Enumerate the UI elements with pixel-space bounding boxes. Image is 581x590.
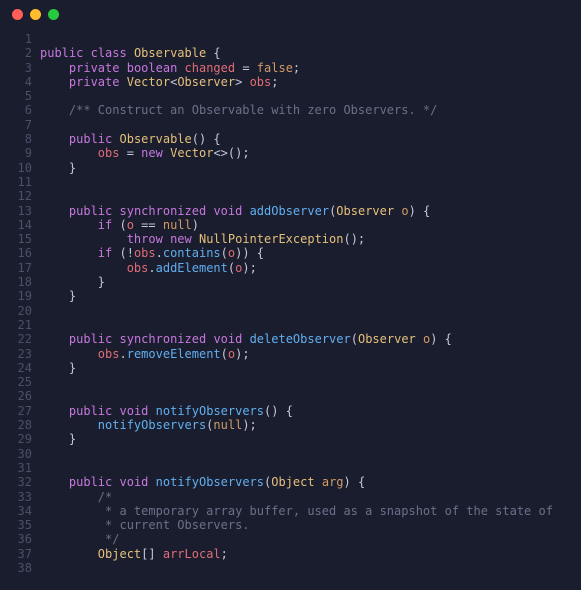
line-number: 31 xyxy=(0,461,32,475)
line-number: 11 xyxy=(0,175,32,189)
code-editor[interactable]: 1234567891011121314151617181920212223242… xyxy=(0,28,581,575)
code-line[interactable]: obs = new Vector<>(); xyxy=(40,146,553,160)
line-number: 10 xyxy=(0,161,32,175)
code-line[interactable] xyxy=(40,118,553,132)
line-number: 27 xyxy=(0,404,32,418)
line-number: 1 xyxy=(0,32,32,46)
code-line[interactable] xyxy=(40,561,553,575)
line-number: 3 xyxy=(0,61,32,75)
code-line[interactable]: } xyxy=(40,275,553,289)
close-icon[interactable] xyxy=(12,9,23,20)
line-number: 15 xyxy=(0,232,32,246)
line-number: 8 xyxy=(0,132,32,146)
code-line[interactable] xyxy=(40,447,553,461)
code-line[interactable] xyxy=(40,461,553,475)
line-gutter: 1234567891011121314151617181920212223242… xyxy=(0,32,40,575)
line-number: 5 xyxy=(0,89,32,103)
line-number: 22 xyxy=(0,332,32,346)
line-number: 7 xyxy=(0,118,32,132)
titlebar xyxy=(0,0,581,28)
code-line[interactable]: } xyxy=(40,289,553,303)
code-line[interactable]: public void notifyObservers(Object arg) … xyxy=(40,475,553,489)
code-window: 1234567891011121314151617181920212223242… xyxy=(0,0,581,590)
line-number: 36 xyxy=(0,532,32,546)
code-line[interactable]: * current Observers. xyxy=(40,518,553,532)
line-number: 25 xyxy=(0,375,32,389)
code-content[interactable]: public class Observable { private boolea… xyxy=(40,32,553,575)
code-line[interactable]: } xyxy=(40,361,553,375)
minimize-icon[interactable] xyxy=(30,9,41,20)
line-number: 17 xyxy=(0,261,32,275)
code-line[interactable]: public Observable() { xyxy=(40,132,553,146)
line-number: 23 xyxy=(0,347,32,361)
line-number: 13 xyxy=(0,204,32,218)
line-number: 14 xyxy=(0,218,32,232)
code-line[interactable] xyxy=(40,189,553,203)
line-number: 34 xyxy=(0,504,32,518)
code-line[interactable]: obs.addElement(o); xyxy=(40,261,553,275)
line-number: 9 xyxy=(0,146,32,160)
line-number: 18 xyxy=(0,275,32,289)
line-number: 2 xyxy=(0,46,32,60)
line-number: 30 xyxy=(0,447,32,461)
code-line[interactable]: obs.removeElement(o); xyxy=(40,347,553,361)
code-line[interactable]: public class Observable { xyxy=(40,46,553,60)
code-line[interactable]: /* xyxy=(40,490,553,504)
code-line[interactable] xyxy=(40,304,553,318)
line-number: 4 xyxy=(0,75,32,89)
line-number: 37 xyxy=(0,547,32,561)
code-line[interactable] xyxy=(40,32,553,46)
line-number: 6 xyxy=(0,103,32,117)
line-number: 12 xyxy=(0,189,32,203)
line-number: 32 xyxy=(0,475,32,489)
code-line[interactable]: /** Construct an Observable with zero Ob… xyxy=(40,103,553,117)
line-number: 33 xyxy=(0,490,32,504)
code-line[interactable] xyxy=(40,318,553,332)
line-number: 16 xyxy=(0,246,32,260)
code-line[interactable]: } xyxy=(40,161,553,175)
code-line[interactable] xyxy=(40,375,553,389)
line-number: 20 xyxy=(0,304,32,318)
code-line[interactable]: public synchronized void deleteObserver(… xyxy=(40,332,553,346)
code-line[interactable] xyxy=(40,389,553,403)
line-number: 19 xyxy=(0,289,32,303)
code-line[interactable] xyxy=(40,175,553,189)
code-line[interactable]: private boolean changed = false; xyxy=(40,61,553,75)
zoom-icon[interactable] xyxy=(48,9,59,20)
code-line[interactable]: if (!obs.contains(o)) { xyxy=(40,246,553,260)
code-line[interactable] xyxy=(40,89,553,103)
code-line[interactable]: if (o == null) xyxy=(40,218,553,232)
code-line[interactable]: notifyObservers(null); xyxy=(40,418,553,432)
line-number: 35 xyxy=(0,518,32,532)
code-line[interactable]: } xyxy=(40,432,553,446)
line-number: 26 xyxy=(0,389,32,403)
code-line[interactable]: throw new NullPointerException(); xyxy=(40,232,553,246)
line-number: 28 xyxy=(0,418,32,432)
code-line[interactable]: * a temporary array buffer, used as a sn… xyxy=(40,504,553,518)
line-number: 21 xyxy=(0,318,32,332)
line-number: 38 xyxy=(0,561,32,575)
code-line[interactable]: Object[] arrLocal; xyxy=(40,547,553,561)
code-line[interactable]: public synchronized void addObserver(Obs… xyxy=(40,204,553,218)
code-line[interactable]: */ xyxy=(40,532,553,546)
line-number: 29 xyxy=(0,432,32,446)
line-number: 24 xyxy=(0,361,32,375)
code-line[interactable]: public void notifyObservers() { xyxy=(40,404,553,418)
code-line[interactable]: private Vector<Observer> obs; xyxy=(40,75,553,89)
